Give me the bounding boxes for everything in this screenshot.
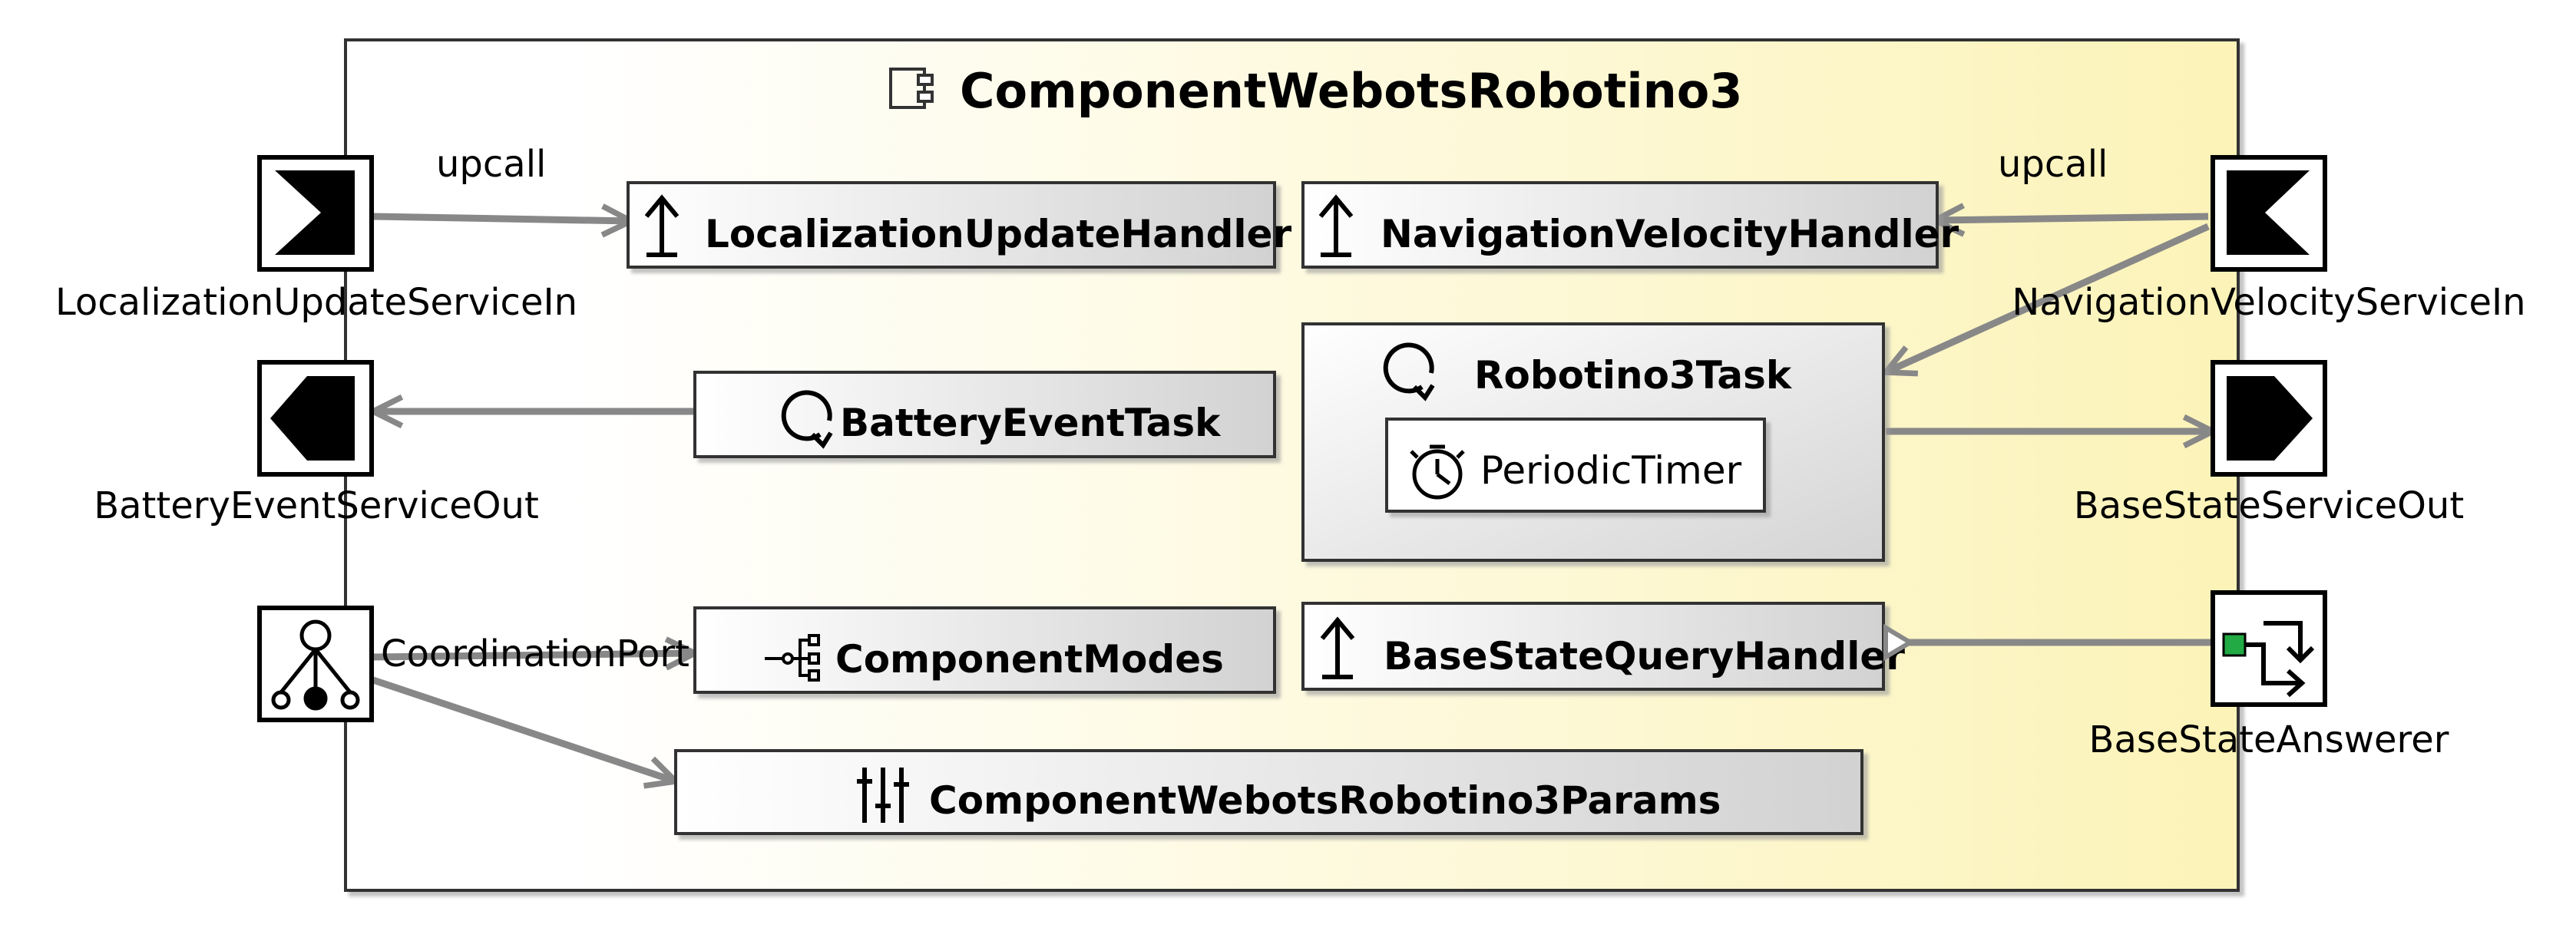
- periodic-timer-label: PeriodicTimer: [1480, 448, 1742, 493]
- localization-update-handler-label: LocalizationUpdateHandler: [705, 212, 1291, 256]
- base-state-query-handler-label: BaseStateQueryHandler: [1384, 634, 1905, 679]
- port-base-state-service-out[interactable]: [2211, 360, 2327, 477]
- port-coordination[interactable]: [257, 606, 374, 722]
- battery-event-task-label: BatteryEventTask: [840, 401, 1222, 445]
- port-localization-label: LocalizationUpdateServiceIn: [55, 281, 577, 324]
- localization-update-handler[interactable]: LocalizationUpdateHandler: [627, 181, 1291, 269]
- port-answerer-label: BaseStateAnswerer: [2089, 718, 2449, 761]
- component-title: ComponentWebotsRobotino3: [960, 63, 1742, 119]
- params-icon: [857, 768, 909, 823]
- connector-navigation: [1935, 216, 2209, 220]
- component-modes[interactable]: ComponentModes: [693, 606, 1276, 694]
- robotino3-task[interactable]: Robotino3Task PeriodicTimer: [1301, 322, 1885, 562]
- connector-localization: [372, 216, 631, 221]
- port-battery-label: BatteryEventServiceOut: [94, 484, 539, 527]
- port-coordination-label: CoordinationPort: [381, 632, 689, 675]
- upcall-label-right: upcall: [1998, 143, 2108, 186]
- port-battery-event-service-out[interactable]: [257, 360, 374, 477]
- navigation-velocity-handler-label: NavigationVelocityHandler: [1381, 212, 1959, 256]
- navigation-velocity-handler[interactable]: NavigationVelocityHandler: [1301, 181, 1959, 269]
- port-localization-update-service-in[interactable]: [257, 155, 374, 272]
- robotino3-task-label: Robotino3Task: [1474, 353, 1793, 398]
- component-params-label: ComponentWebotsRobotino3Params: [929, 778, 1721, 823]
- upcall-label-left: upcall: [436, 143, 546, 186]
- port-navigation-velocity-service-in[interactable]: [2211, 155, 2327, 272]
- battery-event-task[interactable]: BatteryEventTask: [693, 371, 1276, 458]
- base-state-query-handler[interactable]: BaseStateQueryHandler: [1301, 602, 1915, 691]
- port-navigation-label: NavigationVelocityServiceIn: [2012, 281, 2525, 324]
- port-base-state-answerer[interactable]: [2211, 590, 2327, 707]
- periodic-timer[interactable]: PeriodicTimer: [1385, 418, 1766, 513]
- component-modes-label: ComponentModes: [835, 637, 1224, 682]
- component-params[interactable]: ComponentWebotsRobotino3Params: [674, 749, 1863, 835]
- component-diagram: ComponentWebotsRobotino3 LocalizationUpd…: [55, 38, 2526, 892]
- port-base-state-out-label: BaseStateServiceOut: [2074, 484, 2464, 527]
